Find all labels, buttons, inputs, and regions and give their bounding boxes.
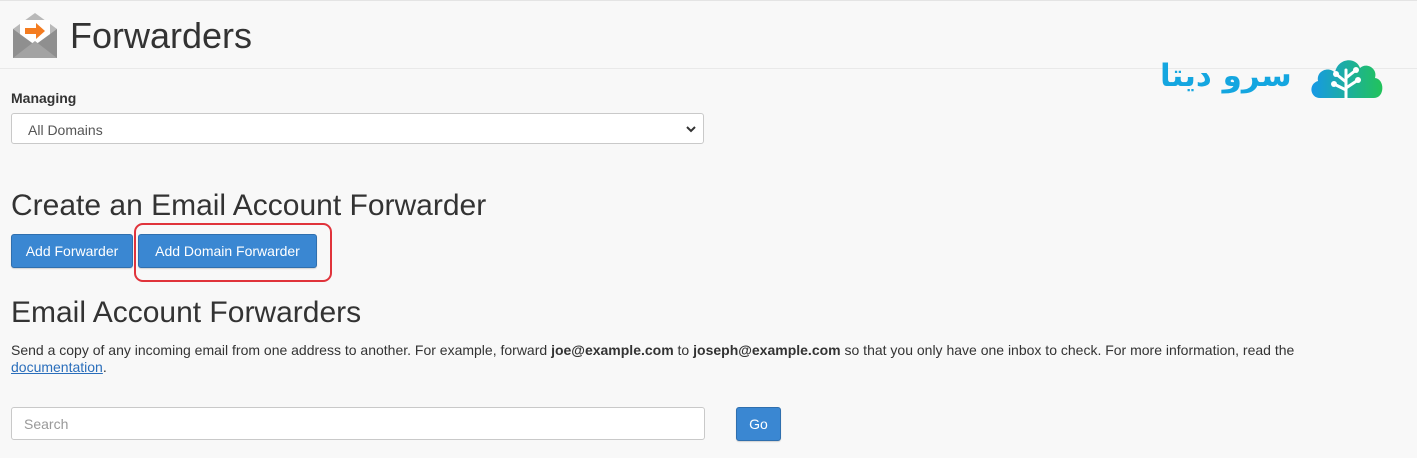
email-account-forwarders-heading: Email Account Forwarders (11, 296, 362, 329)
forwarders-description: Send a copy of any incoming email from o… (11, 342, 1401, 376)
domain-select-value: All Domains (28, 122, 103, 138)
domain-select[interactable]: All Domains (11, 113, 704, 144)
go-button[interactable]: Go (736, 407, 781, 441)
chevron-down-icon (686, 126, 696, 133)
cloud-tree-icon (1311, 60, 1383, 100)
desc-end: . (102, 359, 107, 375)
desc-example-email-2: joseph@example.com (693, 342, 841, 358)
page-title: Forwarders (70, 15, 253, 56)
managing-label: Managing (11, 90, 77, 106)
add-forwarder-button[interactable]: Add Forwarder (11, 234, 133, 268)
desc-example-email-1: joe@example.com (551, 342, 674, 358)
brand-logo: سرو دیتا (1160, 48, 1386, 104)
documentation-link[interactable]: documentation (11, 359, 103, 375)
top-border (0, 0, 1417, 1)
search-input[interactable] (11, 407, 705, 440)
desc-text-2: to (673, 342, 694, 358)
forwarders-page: Forwarders سرو دیتا Managing All Domains… (0, 0, 1417, 458)
create-forwarder-heading: Create an Email Account Forwarder (11, 189, 487, 222)
page-header: Forwarders (10, 10, 252, 62)
desc-text-1: Send a copy of any incoming email from o… (11, 342, 552, 358)
brand-logo-text: سرو دیتا (1160, 58, 1292, 94)
envelope-forward-icon (13, 13, 57, 58)
highlight-annotation (134, 223, 332, 282)
desc-text-3: so that you only have one inbox to check… (840, 342, 1295, 358)
